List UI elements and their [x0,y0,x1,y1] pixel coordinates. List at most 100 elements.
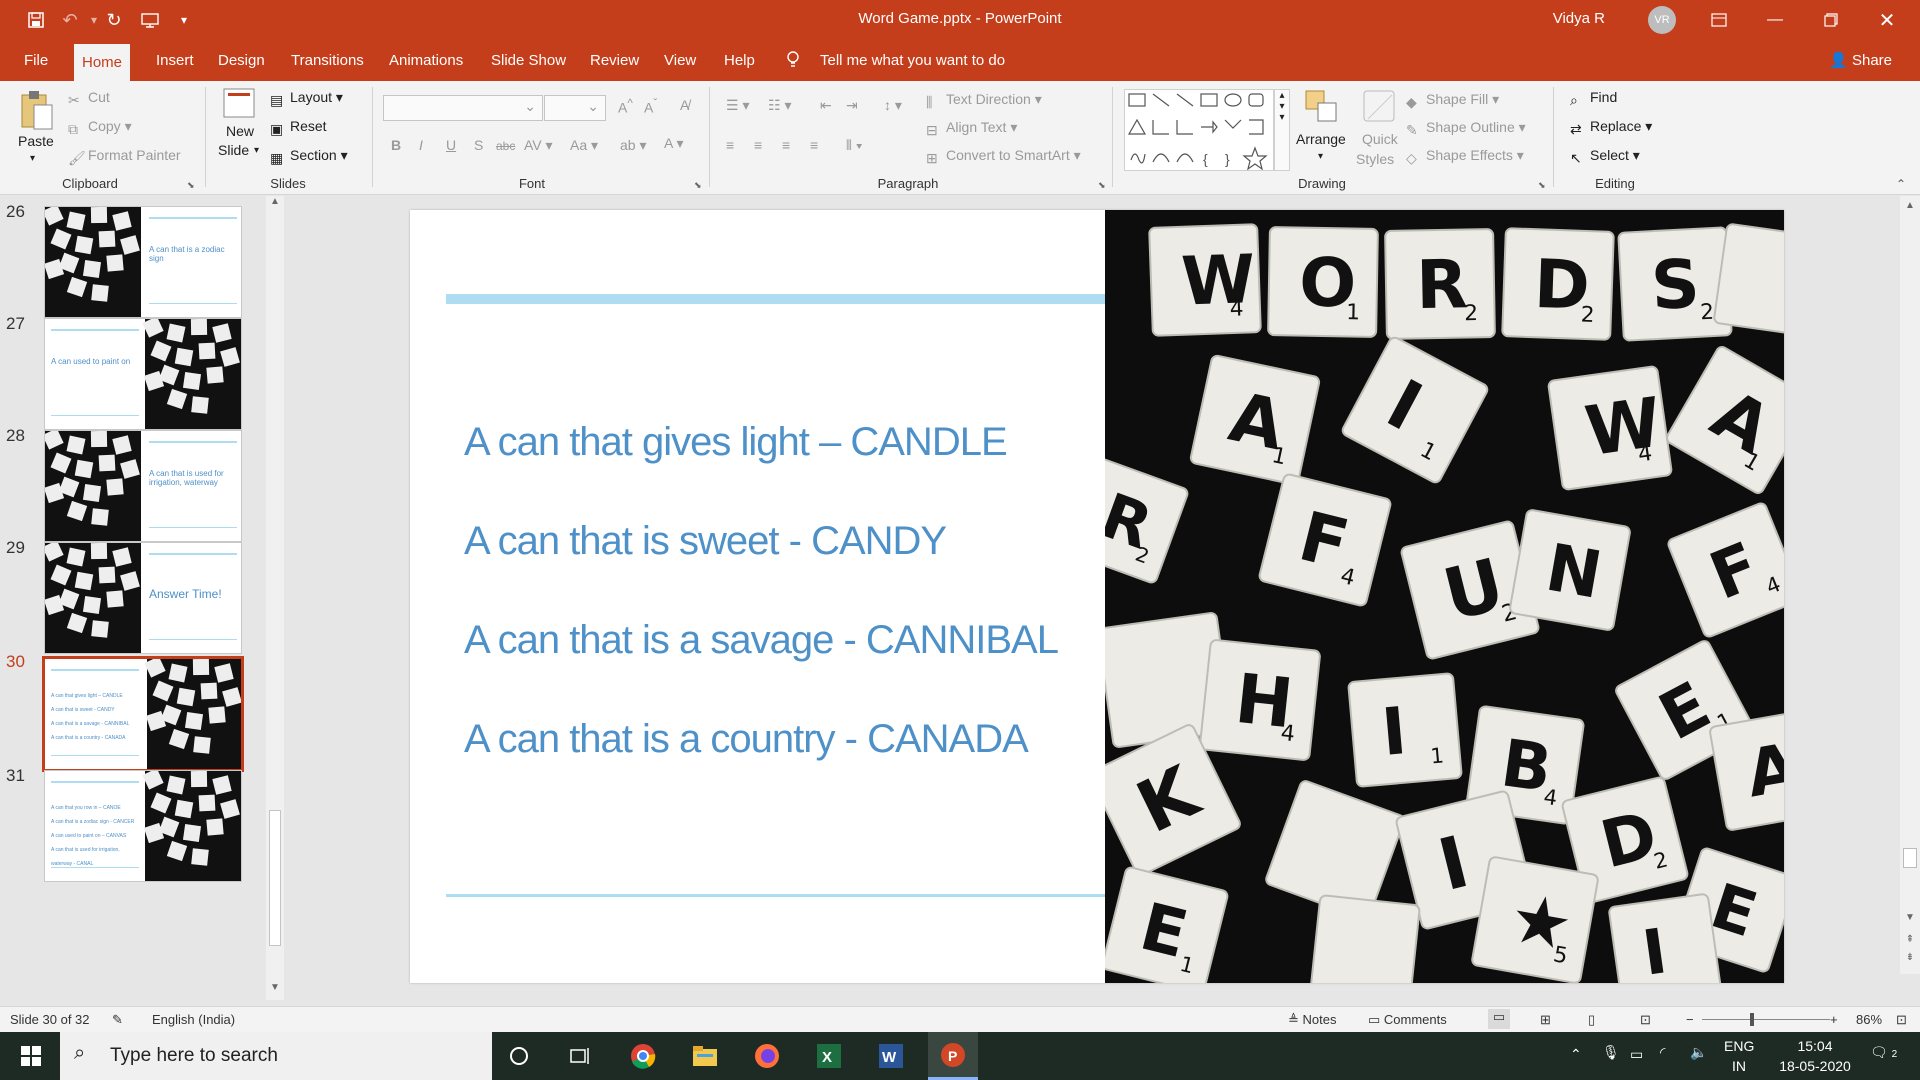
decrease-font-icon[interactable]: Aˇ [644,97,657,116]
quick-styles-label[interactable]: Quick [1362,131,1398,147]
microphone-icon[interactable]: 🎙 [1602,1044,1620,1080]
reading-view-icon[interactable]: ▯ [1588,1012,1595,1028]
tab-view[interactable]: View [656,40,704,81]
text-shadow-button[interactable]: S [474,137,483,153]
share-button[interactable]: 👤 Share [1829,40,1892,81]
slide-bullet-2[interactable]: A can that is sweet - CANDY [464,519,947,564]
tab-design[interactable]: Design [210,40,273,81]
scroll-up-icon[interactable]: ▲ [1900,200,1920,211]
tab-help[interactable]: Help [716,40,763,81]
powerpoint-icon[interactable]: P [928,1032,978,1080]
shape-effects-button[interactable]: ◇ Shape Effects ▾ [1406,147,1524,166]
scroll-down-icon[interactable]: ▼ [1900,912,1920,923]
zoom-out-icon[interactable]: − [1686,1012,1694,1027]
new-slide-label[interactable]: New [226,123,254,139]
taskbar-search-box[interactable]: ⌕ Type here to search [60,1032,492,1080]
shape-outline-button[interactable]: ✎ Shape Outline ▾ [1406,119,1526,138]
numbering-icon[interactable]: ☷ ▾ [768,97,791,114]
shape-fill-button[interactable]: ◆ Shape Fill ▾ [1406,91,1499,110]
slide-bullet-3[interactable]: A can that is a savage - CANNIBAL [464,618,1059,663]
character-spacing-icon[interactable]: AV ▾ [524,137,553,154]
highlight-icon[interactable]: ab ▾ [620,137,647,154]
justify-icon[interactable]: ≡ [810,137,818,153]
clear-formatting-icon[interactable]: A̸ [680,97,689,113]
line-spacing-icon[interactable]: ↕ ▾ [884,97,902,114]
align-center-icon[interactable]: ≡ [754,137,762,153]
slide-thumbnail[interactable]: A can that is used for irrigation, water… [44,430,242,542]
quick-styles-icon[interactable] [1362,89,1398,128]
increase-font-icon[interactable]: A^ [618,97,633,116]
slide-thumbnail[interactable]: A can used to paint on [44,318,242,430]
font-color-icon[interactable]: A ▾ [664,135,683,152]
scroll-thumb[interactable] [269,810,281,946]
editor-scrollbar[interactable]: ▲ ▼ ⇞ ⇟ [1900,196,1920,974]
tab-home[interactable]: Home [74,44,131,81]
spellcheck-icon[interactable]: ✎ [112,1012,123,1028]
section-button[interactable]: ▦ Section ▾ [270,147,348,166]
drawing-launcher-icon[interactable]: ⬊ [1538,180,1546,191]
slide-bullet-1[interactable]: A can that gives light – CANDLE [464,420,1008,465]
notification-center-button[interactable]: 🗨 2 [1870,1044,1897,1080]
scroll-up-icon[interactable]: ▲ [266,196,284,214]
zoom-level[interactable]: 86% [1856,1012,1882,1027]
format-painter-button[interactable]: 🖌 Format Painter [68,147,181,166]
shapes-gallery-scroll[interactable]: ▴ ▾ ▾ [1274,89,1290,171]
arrange-dropdown-icon[interactable]: ▾ [1318,151,1323,162]
scrabble-tiles-image[interactable]: W4O1R2D2S2A1I1W4A1R2F4U2NF4H4I1B4E1AKI1D… [1105,210,1784,983]
font-name-dropdown[interactable]: ⌄ [383,95,543,121]
slide-sorter-icon[interactable]: ⊞ [1540,1012,1551,1028]
thumbnail-scrollbar[interactable]: ▲ ▼ [266,196,284,1000]
copy-button[interactable]: ⧉ Copy ▾ [68,118,132,137]
quick-styles-label-2[interactable]: Styles [1356,151,1394,167]
cortana-icon[interactable] [494,1032,544,1080]
paste-icon[interactable] [18,89,54,133]
slide-thumbnail[interactable]: A can that is a zodiac sign [44,206,242,318]
change-case-icon[interactable]: Aa ▾ [570,137,598,154]
tab-insert[interactable]: Insert [148,40,202,81]
windows-start-icon[interactable] [6,1032,56,1080]
fit-slide-icon[interactable]: ⊡ [1896,1012,1907,1028]
italic-button[interactable]: I [419,137,423,153]
text-direction-button[interactable]: ⫼ Text Direction ▾ [926,91,1042,110]
cut-button[interactable]: ✂ Cut [68,89,110,108]
align-left-icon[interactable]: ≡ [726,137,734,153]
select-button[interactable]: ↖ Select ▾ [1570,147,1640,166]
excel-icon[interactable]: X [804,1032,854,1080]
align-right-icon[interactable]: ≡ [782,137,790,153]
slide-canvas[interactable]: A can that gives light – CANDLE A can th… [410,210,1784,983]
scroll-thumb[interactable] [1903,848,1917,868]
collapse-ribbon-icon[interactable]: ⌃ [1896,177,1906,191]
font-size-dropdown[interactable]: ⌄ [544,95,606,121]
tab-review[interactable]: Review [582,40,647,81]
arrange-button[interactable]: Arrange [1296,131,1346,147]
strikethrough-button[interactable]: abc [496,139,515,153]
previous-slide-icon[interactable]: ⇞ [1900,934,1920,945]
tab-file[interactable]: File [16,40,56,81]
language-indicator[interactable]: English (India) [152,1012,235,1027]
underline-button[interactable]: U [446,137,456,153]
zoom-slider[interactable] [1702,1019,1830,1020]
decrease-indent-icon[interactable]: ⇤ [820,97,832,114]
tab-slide-show[interactable]: Slide Show [483,40,574,81]
increase-indent-icon[interactable]: ⇥ [846,97,858,114]
new-slide-icon[interactable] [222,87,258,124]
ribbon-display-options-icon[interactable] [1696,0,1742,40]
firefox-icon[interactable] [742,1032,792,1080]
paste-button[interactable]: Paste [18,133,54,149]
shapes-gallery[interactable]: {} [1124,89,1274,171]
arrange-icon[interactable] [1304,89,1340,128]
find-button[interactable]: ⌕ Find [1570,89,1617,108]
battery-icon[interactable]: ▭ [1630,1046,1643,1080]
new-slide-label-2[interactable]: Slide [218,142,249,158]
columns-icon[interactable]: ⫴ ▾ [846,137,863,154]
file-explorer-icon[interactable] [680,1032,730,1080]
new-slide-dropdown-icon[interactable]: ▾ [254,145,259,156]
volume-icon[interactable]: 🔈 [1690,1044,1707,1080]
close-icon[interactable]: ✕ [1864,0,1910,40]
replace-button[interactable]: ⇄ Replace ▾ [1570,118,1652,137]
bullets-icon[interactable]: ☰ ▾ [726,97,749,114]
input-language-indicator[interactable]: ENG IN [1724,1038,1754,1080]
align-text-button[interactable]: ⊟ Align Text ▾ [926,119,1017,138]
tab-animations[interactable]: Animations [381,40,471,81]
clipboard-launcher-icon[interactable]: ⬊ [187,180,195,191]
